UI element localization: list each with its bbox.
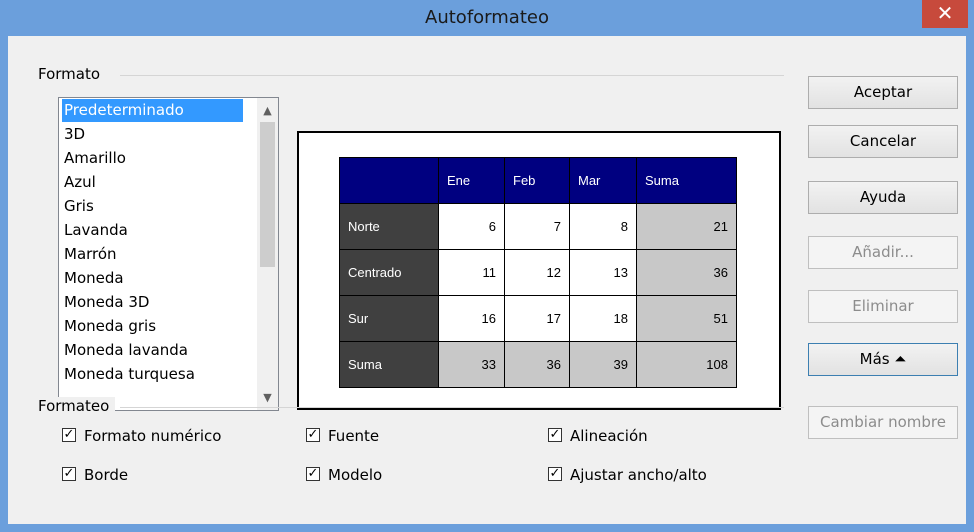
preview-cell: 12 <box>504 249 570 296</box>
preview-row-header: Centrado <box>339 249 439 296</box>
preview-row-header: Norte <box>339 203 439 250</box>
preview-row-header: Sur <box>339 295 439 342</box>
preview-cell: 16 <box>438 295 505 342</box>
preview-table: Ene Feb Mar Suma Norte 6 7 8 21 Centrado… <box>339 157 737 388</box>
delete-button[interactable]: Eliminar <box>808 290 958 323</box>
preview-cell: 8 <box>569 203 637 250</box>
preview-total-cell: 51 <box>636 295 737 342</box>
preview-cell: 7 <box>504 203 570 250</box>
checkbox-box[interactable]: ✓ <box>306 467 320 481</box>
format-list-item[interactable]: Gris <box>62 195 243 218</box>
preview-total-cell: 36 <box>504 341 570 388</box>
more-label: Más <box>859 350 890 368</box>
cancel-button[interactable]: Cancelar <box>808 125 958 158</box>
format-group-line <box>120 75 784 76</box>
dialog-body: Formato Predeterminado 3D Amarillo Azul Gris… <box>8 36 966 524</box>
preview-total-cell: 36 <box>636 249 737 296</box>
preview-cell: 11 <box>438 249 505 296</box>
preview-cell: 13 <box>569 249 637 296</box>
preview-col-header: Suma <box>636 157 737 204</box>
format-list-item[interactable]: Predeterminado <box>62 99 243 122</box>
preview-corner <box>339 157 439 204</box>
checkbox-label: Fuente <box>328 427 380 445</box>
scroll-down-icon[interactable]: ▼ <box>257 388 278 408</box>
format-list-item[interactable]: 3D <box>62 123 243 146</box>
more-button[interactable]: Más ⏶ <box>808 343 958 376</box>
checkbox-box[interactable]: ✓ <box>62 428 76 442</box>
checkbox-label: Ajustar ancho/alto <box>570 466 707 484</box>
collapse-up-icon: ⏶ <box>894 350 907 368</box>
preview-col-header: Feb <box>504 157 570 204</box>
format-preview: Ene Feb Mar Suma Norte 6 7 8 21 Centrado… <box>297 131 781 410</box>
format-list-item[interactable]: Lavanda <box>62 219 243 242</box>
format-list-item[interactable]: Moneda <box>62 267 243 290</box>
preview-total-cell: 33 <box>438 341 505 388</box>
preview-total-cell: 21 <box>636 203 737 250</box>
preview-cell: 17 <box>504 295 570 342</box>
help-button[interactable]: Ayuda <box>808 181 958 214</box>
preview-total-cell: 39 <box>569 341 637 388</box>
dialog-title: Autoformateo <box>425 7 549 28</box>
format-list-item[interactable]: Moneda 3D <box>62 291 243 314</box>
format-group-label: Formato <box>38 65 107 83</box>
scroll-up-icon[interactable]: ▲ <box>257 101 278 121</box>
preview-total-cell: 108 <box>636 341 737 388</box>
checkbox-box[interactable]: ✓ <box>62 467 76 481</box>
formatting-group-line <box>120 407 784 408</box>
close-icon[interactable]: ✕ <box>922 0 968 28</box>
checkbox-box[interactable]: ✓ <box>548 428 562 442</box>
accept-button[interactable]: Aceptar <box>808 76 958 109</box>
format-list-item[interactable]: Moneda gris <box>62 315 243 338</box>
scroll-thumb[interactable] <box>260 122 275 267</box>
checkbox-label: Borde <box>84 466 129 484</box>
preview-cell: 18 <box>569 295 637 342</box>
preview-row-header: Suma <box>339 341 439 388</box>
format-list-item[interactable]: Azul <box>62 171 243 194</box>
add-button[interactable]: Añadir... <box>808 236 958 269</box>
list-scrollbar[interactable]: ▲ ▼ <box>257 98 278 410</box>
preview-cell: 6 <box>438 203 505 250</box>
checkbox-box[interactable]: ✓ <box>548 467 562 481</box>
preview-col-header: Ene <box>438 157 505 204</box>
formatting-group-label: Formateo <box>38 397 116 415</box>
format-list-item[interactable]: Moneda turquesa <box>62 363 243 386</box>
title-bar[interactable]: Autoformateo ✕ <box>0 0 974 36</box>
checkbox-label: Modelo <box>328 466 383 484</box>
rename-button[interactable]: Cambiar nombre <box>808 406 958 439</box>
checkbox-label: Formato numérico <box>84 427 222 445</box>
format-list-item[interactable]: Marrón <box>62 243 243 266</box>
format-list-item[interactable]: Amarillo <box>62 147 243 170</box>
format-listbox[interactable]: Predeterminado 3D Amarillo Azul Gris Lavanda M… <box>58 97 279 411</box>
preview-col-header: Mar <box>569 157 637 204</box>
checkbox-box[interactable]: ✓ <box>306 428 320 442</box>
format-list-item[interactable]: Moneda lavanda <box>62 339 243 362</box>
checkbox-label: Alineación <box>570 427 648 445</box>
autoformat-dialog: Autoformateo ✕ Formato Predeterminado 3D A… <box>0 0 974 532</box>
